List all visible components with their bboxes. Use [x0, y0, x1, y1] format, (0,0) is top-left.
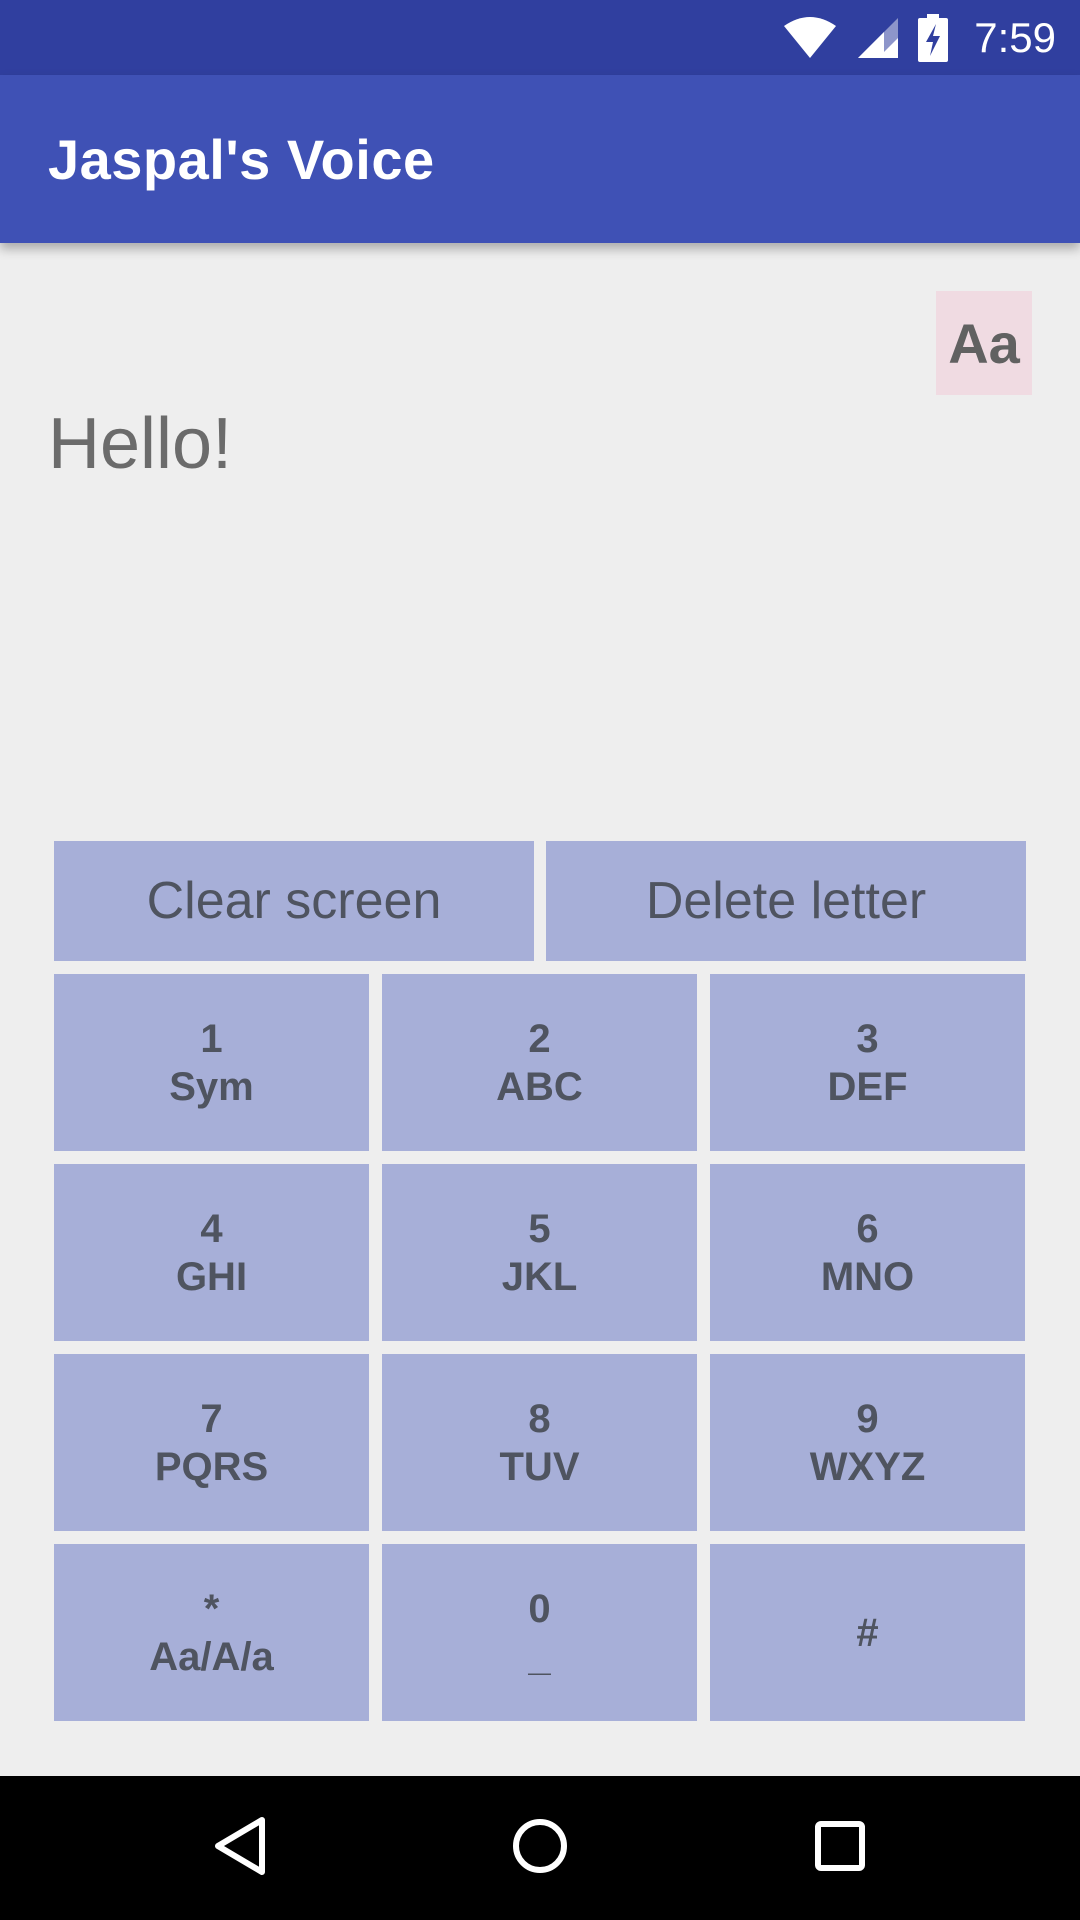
key-7-button[interactable]: 7 PQRS: [54, 1354, 369, 1531]
key-letters: ABC: [496, 1064, 583, 1109]
key-letters: JKL: [501, 1254, 578, 1299]
key-symbol: *: [203, 1586, 220, 1631]
key-digit: 0: [528, 1586, 551, 1631]
key-8-button[interactable]: 8 TUV: [382, 1354, 697, 1531]
key-3-button[interactable]: 3 DEF: [710, 974, 1025, 1151]
home-icon: [510, 1816, 570, 1881]
recents-icon: [812, 1818, 868, 1879]
clear-screen-button[interactable]: Clear screen: [54, 841, 534, 961]
key-letters: PQRS: [154, 1444, 269, 1489]
key-letters: GHI: [175, 1254, 248, 1299]
key-letters: _: [528, 1634, 551, 1679]
status-icons: 7:59: [782, 0, 1056, 75]
recents-button[interactable]: [760, 1776, 920, 1920]
key-letters: Sym: [169, 1064, 254, 1109]
key-digit: 2: [528, 1016, 551, 1061]
navigation-bar: [0, 1776, 1080, 1920]
app-title: Jaspal's Voice: [48, 127, 435, 191]
back-icon: [210, 1814, 270, 1883]
key-5-button[interactable]: 5 JKL: [382, 1164, 697, 1341]
key-letters: Aa/A/a: [149, 1634, 274, 1679]
key-4-button[interactable]: 4 GHI: [54, 1164, 369, 1341]
key-digit: 5: [528, 1206, 551, 1251]
key-letters: MNO: [820, 1254, 915, 1299]
home-button[interactable]: [460, 1776, 620, 1920]
message-display: Hello!: [48, 404, 233, 484]
key-9-button[interactable]: 9 WXYZ: [710, 1354, 1025, 1531]
key-letters: TUV: [499, 1444, 580, 1489]
battery-charging-icon: [918, 13, 949, 62]
key-digit: 3: [856, 1016, 879, 1061]
key-digit: 1: [200, 1016, 223, 1061]
key-digit: 4: [200, 1206, 223, 1251]
app-bar: Jaspal's Voice: [0, 75, 1080, 243]
status-bar: 7:59: [0, 0, 1080, 75]
key-digit: 8: [528, 1396, 551, 1441]
back-button[interactable]: [160, 1776, 320, 1920]
key-6-button[interactable]: 6 MNO: [710, 1164, 1025, 1341]
delete-letter-label: Delete letter: [645, 872, 927, 930]
key-digit: 7: [200, 1396, 223, 1441]
key-symbol: #: [856, 1610, 879, 1655]
main-content: Aa Hello! Clear screen Delete letter 1 S…: [0, 243, 1080, 1776]
key-letters: WXYZ: [809, 1444, 926, 1489]
delete-letter-button[interactable]: Delete letter: [546, 841, 1026, 961]
key-star-button[interactable]: * Aa/A/a: [54, 1544, 369, 1721]
status-time: 7:59: [974, 13, 1056, 61]
font-size-toggle-button[interactable]: Aa: [936, 291, 1032, 395]
key-2-button[interactable]: 2 ABC: [382, 974, 697, 1151]
key-letters: DEF: [827, 1064, 908, 1109]
cell-signal-icon: [856, 16, 900, 60]
key-hash-button[interactable]: #: [710, 1544, 1025, 1721]
key-digit: 6: [856, 1206, 879, 1251]
key-digit: 9: [856, 1396, 879, 1441]
wifi-icon: [782, 16, 838, 60]
clear-screen-label: Clear screen: [146, 872, 442, 930]
key-1-button[interactable]: 1 Sym: [54, 974, 369, 1151]
key-0-button[interactable]: 0 _: [382, 1544, 697, 1721]
